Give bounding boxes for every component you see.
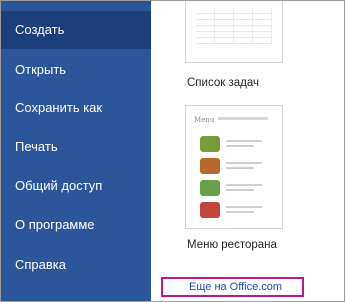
sidebar-item-open[interactable]: Открыть <box>1 51 151 89</box>
sidebar-item-help[interactable]: Справка <box>1 246 151 284</box>
sidebar-item-share[interactable]: Общий доступ <box>1 167 151 205</box>
menu-thumbnail-title: Menu <box>194 116 215 124</box>
text-line <box>226 162 262 164</box>
template-caption-todo-list[interactable]: Список задач <box>187 77 259 89</box>
sidebar-item-print[interactable]: Печать <box>1 128 151 166</box>
food-image <box>200 136 220 152</box>
text-line <box>226 145 254 147</box>
text-line <box>226 206 262 208</box>
sidebar-item-about[interactable]: О программе <box>1 206 151 244</box>
template-thumbnail-restaurant-menu[interactable]: Menu <box>185 105 283 229</box>
template-caption-restaurant-menu[interactable]: Меню ресторана <box>187 239 277 251</box>
sidebar-item-new[interactable]: Создать <box>1 11 151 49</box>
menu-thumbnail-subtitle-line <box>218 117 268 120</box>
text-line <box>226 184 262 186</box>
text-line <box>226 189 254 191</box>
food-image <box>200 158 220 174</box>
templates-panel: Список задач Menu Меню ресторана <box>151 1 344 301</box>
todo-table-preview <box>196 8 272 46</box>
more-on-office-link[interactable]: Еще на Office.com <box>161 277 304 297</box>
food-image <box>200 202 220 218</box>
sidebar-item-save-as[interactable]: Сохранить как <box>1 89 151 127</box>
text-line <box>226 167 254 169</box>
text-line <box>226 211 254 213</box>
template-thumbnail-todo-list[interactable] <box>185 1 283 63</box>
backstage-sidebar: Создать Открыть Сохранить как Печать Общ… <box>1 1 151 301</box>
food-image <box>200 180 220 196</box>
backstage-window: Создать Открыть Сохранить как Печать Общ… <box>0 0 345 302</box>
todo-row <box>196 38 272 44</box>
text-line <box>226 140 262 142</box>
